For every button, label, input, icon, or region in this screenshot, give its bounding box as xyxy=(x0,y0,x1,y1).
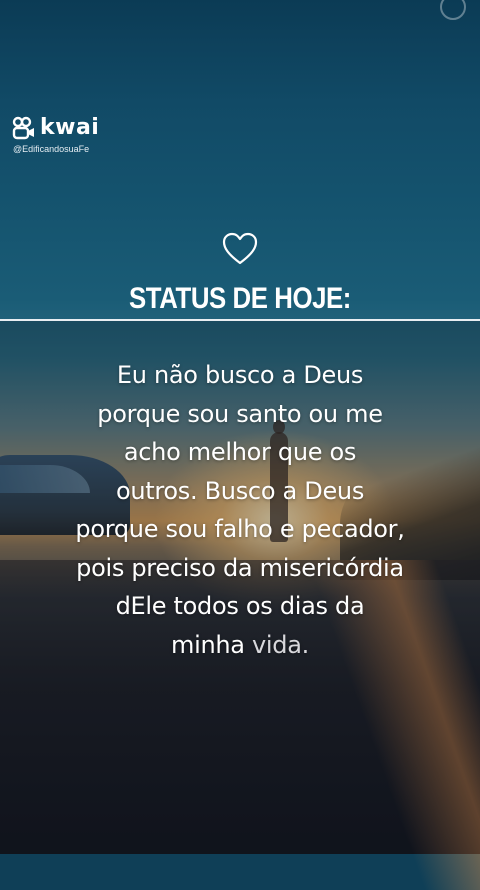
quote-line: dEle todos os dias da xyxy=(115,592,365,620)
kwai-logo-icon xyxy=(12,116,34,140)
quote-line: porque sou santo ou me xyxy=(97,399,383,428)
quote-line-last: minha vida. xyxy=(30,626,450,665)
heart-outline-icon[interactable] xyxy=(222,232,258,266)
kwai-logo: kwai xyxy=(12,116,99,140)
user-handle: @EdificandosuaFe xyxy=(13,144,90,154)
title-divider xyxy=(0,319,480,321)
quote-line: acho melhor que os xyxy=(123,438,357,466)
quote-word-faded: vida. xyxy=(252,630,309,659)
brand-name: kwai xyxy=(40,115,100,140)
quote-line: outros. Busco a Deus xyxy=(115,476,365,505)
quote-text: Eu não busco a Deus porque sou santo ou … xyxy=(30,356,450,664)
quote-line: porque sou falho e pecador, xyxy=(75,515,405,543)
quote-line: pois preciso da misericórdia xyxy=(76,553,404,582)
post-title: STATUS DE HOJE: xyxy=(129,282,351,315)
quote-word: minha xyxy=(171,630,253,659)
quote-line: Eu não busco a Deus xyxy=(116,361,364,389)
